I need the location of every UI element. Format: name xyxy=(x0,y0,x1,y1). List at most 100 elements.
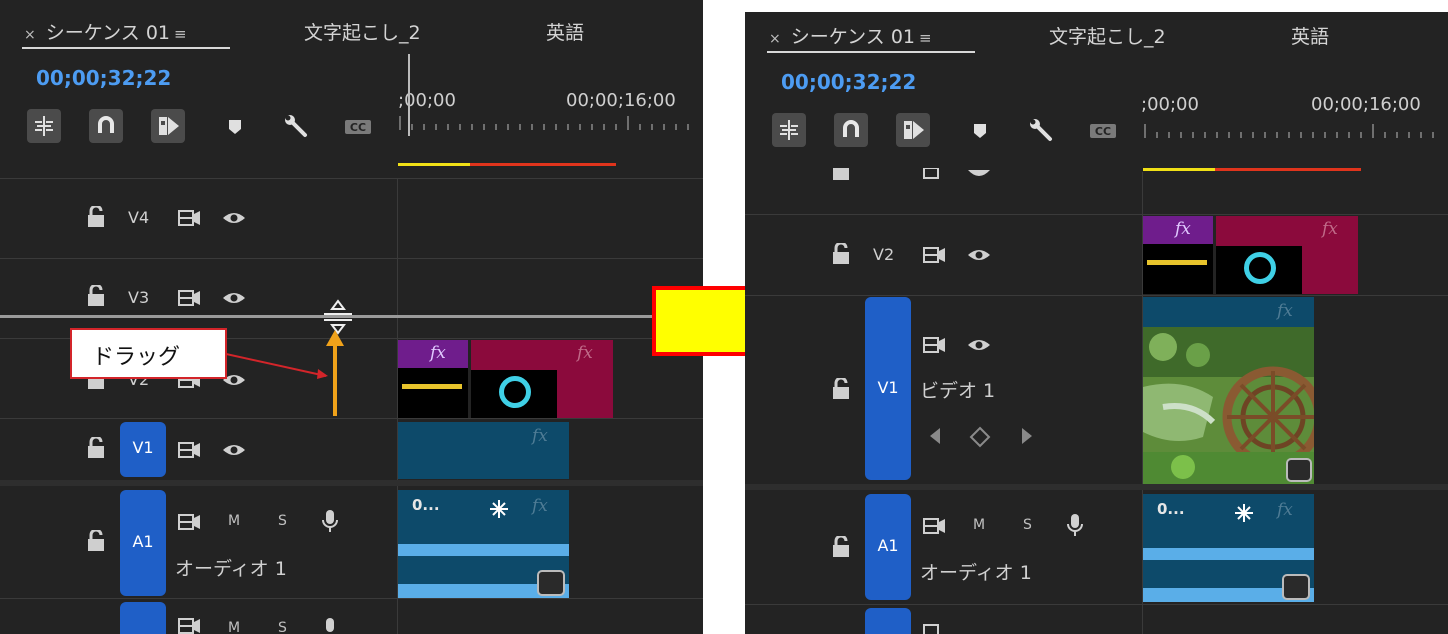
track-a2-target[interactable] xyxy=(865,608,911,634)
marker-icon xyxy=(229,120,241,134)
captions-button[interactable]: CC xyxy=(341,109,375,143)
snap-button[interactable] xyxy=(89,109,123,143)
toggle-output-eye-icon[interactable] xyxy=(221,290,247,306)
track-a2-target[interactable] xyxy=(120,602,166,634)
active-tab-underline xyxy=(767,51,975,53)
track-v1-target[interactable]: V1 xyxy=(865,297,911,480)
tab-label: シーケンス 01 xyxy=(45,22,171,44)
linked-selection-button[interactable] xyxy=(151,109,185,143)
previous-keyframe-icon[interactable] xyxy=(927,426,943,446)
sync-lock-icon[interactable] xyxy=(922,168,948,182)
track-v4-label[interactable]: V4 xyxy=(128,208,149,227)
close-tab-icon[interactable]: × xyxy=(769,31,781,47)
sync-lock-icon[interactable] xyxy=(177,208,203,228)
mute-track-button[interactable]: M xyxy=(973,517,985,533)
track-lock-icon[interactable] xyxy=(86,437,106,459)
solo-track-button[interactable]: S xyxy=(1023,517,1032,533)
work-area-bar-unrendered xyxy=(1215,168,1361,171)
track-v1-label: V1 xyxy=(877,378,899,397)
playhead-timecode[interactable]: 00;00;32;22 xyxy=(781,70,916,94)
sync-lock-icon[interactable] xyxy=(177,440,203,460)
tab-transcript[interactable]: 文字起こし_2 xyxy=(1049,22,1166,49)
solo-track-button[interactable]: S xyxy=(278,620,287,634)
close-tab-icon[interactable]: × xyxy=(24,27,36,43)
next-keyframe-icon[interactable] xyxy=(1019,426,1035,446)
snap-button[interactable] xyxy=(834,113,868,147)
captions-cc-icon: CC xyxy=(1090,124,1116,138)
nest-insert-toggle-button[interactable] xyxy=(772,113,806,147)
linked-selection-button[interactable] xyxy=(896,113,930,147)
panel-menu-icon[interactable]: ≡ xyxy=(174,25,187,43)
track-separator xyxy=(745,604,1448,605)
title-clip[interactable]: fx xyxy=(398,340,468,418)
track-lock-icon[interactable] xyxy=(831,378,851,400)
mute-track-button[interactable]: M xyxy=(228,513,240,529)
solo-track-button[interactable]: S xyxy=(278,513,287,529)
fx-badge: fx xyxy=(1277,500,1293,520)
clip-corner-badge xyxy=(1282,574,1310,600)
tab-english[interactable]: 英語 xyxy=(1291,22,1329,49)
captions-button[interactable]: CC xyxy=(1086,113,1120,147)
track-v3-label[interactable]: V3 xyxy=(128,288,149,307)
track-lock-icon[interactable] xyxy=(86,206,106,228)
add-keyframe-icon[interactable] xyxy=(969,426,991,448)
magnet-icon xyxy=(98,116,114,133)
tab-english[interactable]: 英語 xyxy=(546,18,584,45)
timeline-settings-button[interactable] xyxy=(1024,113,1058,147)
comparison-stage: × シーケンス 01 ≡ 文字起こし_2 英語 00;00;32;22 CC ;00… xyxy=(0,0,1448,634)
add-marker-button[interactable] xyxy=(218,109,252,143)
timeline-panel-after: × シーケンス 01 ≡ 文字起こし_2 英語 00;00;32;22 CC ;00… xyxy=(745,12,1448,634)
audio-waveform-top xyxy=(398,544,569,556)
track-v1-label: V1 xyxy=(132,438,154,457)
track-v1-target[interactable]: V1 xyxy=(120,422,166,477)
title-thumbnail xyxy=(1147,260,1207,265)
track-lock-icon[interactable] xyxy=(831,168,851,182)
sync-lock-icon[interactable] xyxy=(922,622,948,634)
toggle-output-eye-icon[interactable] xyxy=(221,210,247,226)
video-audio-divider xyxy=(745,484,1448,490)
track-lock-icon[interactable] xyxy=(831,536,851,558)
time-ruler[interactable] xyxy=(398,54,703,136)
toggle-output-eye-icon[interactable] xyxy=(966,168,992,180)
sync-lock-icon[interactable] xyxy=(177,512,203,532)
microphone-icon[interactable] xyxy=(320,508,340,534)
audio-clip[interactable]: 0... fx xyxy=(1143,494,1314,602)
tab-sequence-01[interactable]: × シーケンス 01 ≡ xyxy=(769,22,932,49)
linked-selection-icon xyxy=(159,117,179,135)
track-v2-label[interactable]: V2 xyxy=(873,245,894,264)
playhead-timecode[interactable]: 00;00;32;22 xyxy=(36,66,171,90)
panel-menu-icon[interactable]: ≡ xyxy=(919,29,932,47)
sync-lock-icon[interactable] xyxy=(177,288,203,308)
toggle-output-eye-icon[interactable] xyxy=(966,337,992,353)
graphic-clip[interactable]: fx xyxy=(1216,216,1358,294)
video-audio-divider xyxy=(0,480,703,486)
nest-insert-toggle-button[interactable] xyxy=(27,109,61,143)
title-clip[interactable]: fx xyxy=(1143,216,1213,294)
toggle-output-eye-icon[interactable] xyxy=(221,442,247,458)
add-marker-button[interactable] xyxy=(963,113,997,147)
mute-track-button[interactable]: M xyxy=(228,620,240,634)
timeline-settings-button[interactable] xyxy=(279,109,313,143)
audio-clip[interactable]: 0... fx xyxy=(398,490,569,598)
track-lock-icon[interactable] xyxy=(86,285,106,307)
time-ruler[interactable] xyxy=(1143,66,1448,148)
track-a1-target[interactable]: A1 xyxy=(865,494,911,600)
microphone-icon[interactable] xyxy=(320,616,340,634)
sync-lock-icon[interactable] xyxy=(922,245,948,265)
track-lock-icon[interactable] xyxy=(831,243,851,265)
audio-track-name: オーディオ 1 xyxy=(175,558,287,580)
sync-lock-icon[interactable] xyxy=(922,516,948,536)
sync-lock-icon[interactable] xyxy=(922,335,948,355)
svg-text:CC: CC xyxy=(1095,125,1111,138)
tab-transcript[interactable]: 文字起こし_2 xyxy=(304,18,421,45)
track-a1-target[interactable]: A1 xyxy=(120,490,166,596)
sync-lock-icon[interactable] xyxy=(177,616,203,634)
toggle-output-eye-icon[interactable] xyxy=(966,247,992,263)
drag-callout: ドラッグ xyxy=(70,328,227,379)
track-lock-icon[interactable] xyxy=(86,530,106,552)
tab-sequence-01[interactable]: × シーケンス 01 ≡ xyxy=(24,18,187,45)
graphic-clip[interactable]: fx xyxy=(471,340,613,418)
video-clip[interactable]: fx xyxy=(1143,297,1314,484)
video-clip[interactable]: fx xyxy=(398,422,569,479)
microphone-icon[interactable] xyxy=(1065,512,1085,538)
